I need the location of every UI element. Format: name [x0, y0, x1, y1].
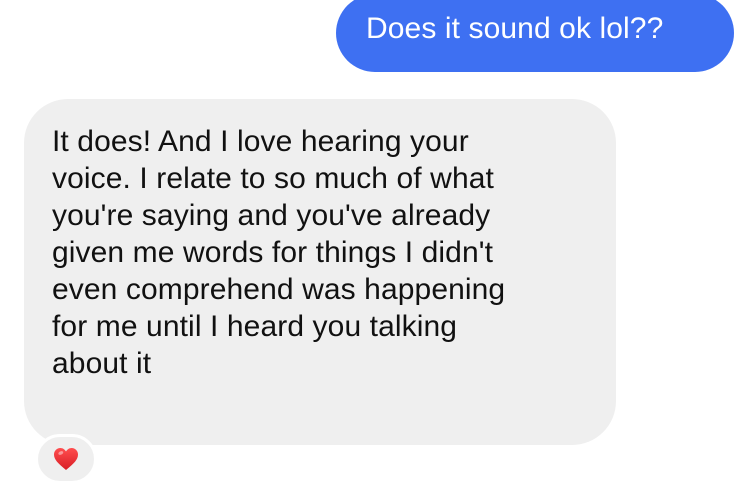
heart-reaction-badge[interactable] [35, 434, 97, 484]
sent-message-bubble[interactable]: Does it sound ok lol?? [336, 0, 734, 72]
red-heart-icon [53, 447, 79, 471]
received-message-bubble[interactable]: It does! And I love hearing your voice. … [24, 99, 616, 445]
message-thread: Does it sound ok lol?? It does! And I lo… [0, 0, 750, 500]
